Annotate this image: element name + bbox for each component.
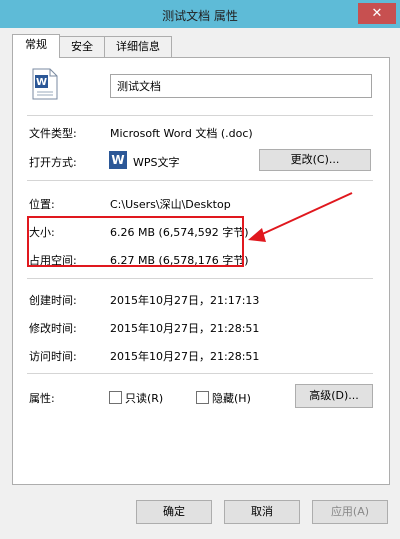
apply-button[interactable]: 应用(A) [312,500,388,524]
ok-button[interactable]: 确定 [136,500,212,524]
annotation-arrow [248,192,353,242]
cancel-button[interactable]: 取消 [224,500,300,524]
tab-general[interactable]: 常规 [12,34,60,58]
